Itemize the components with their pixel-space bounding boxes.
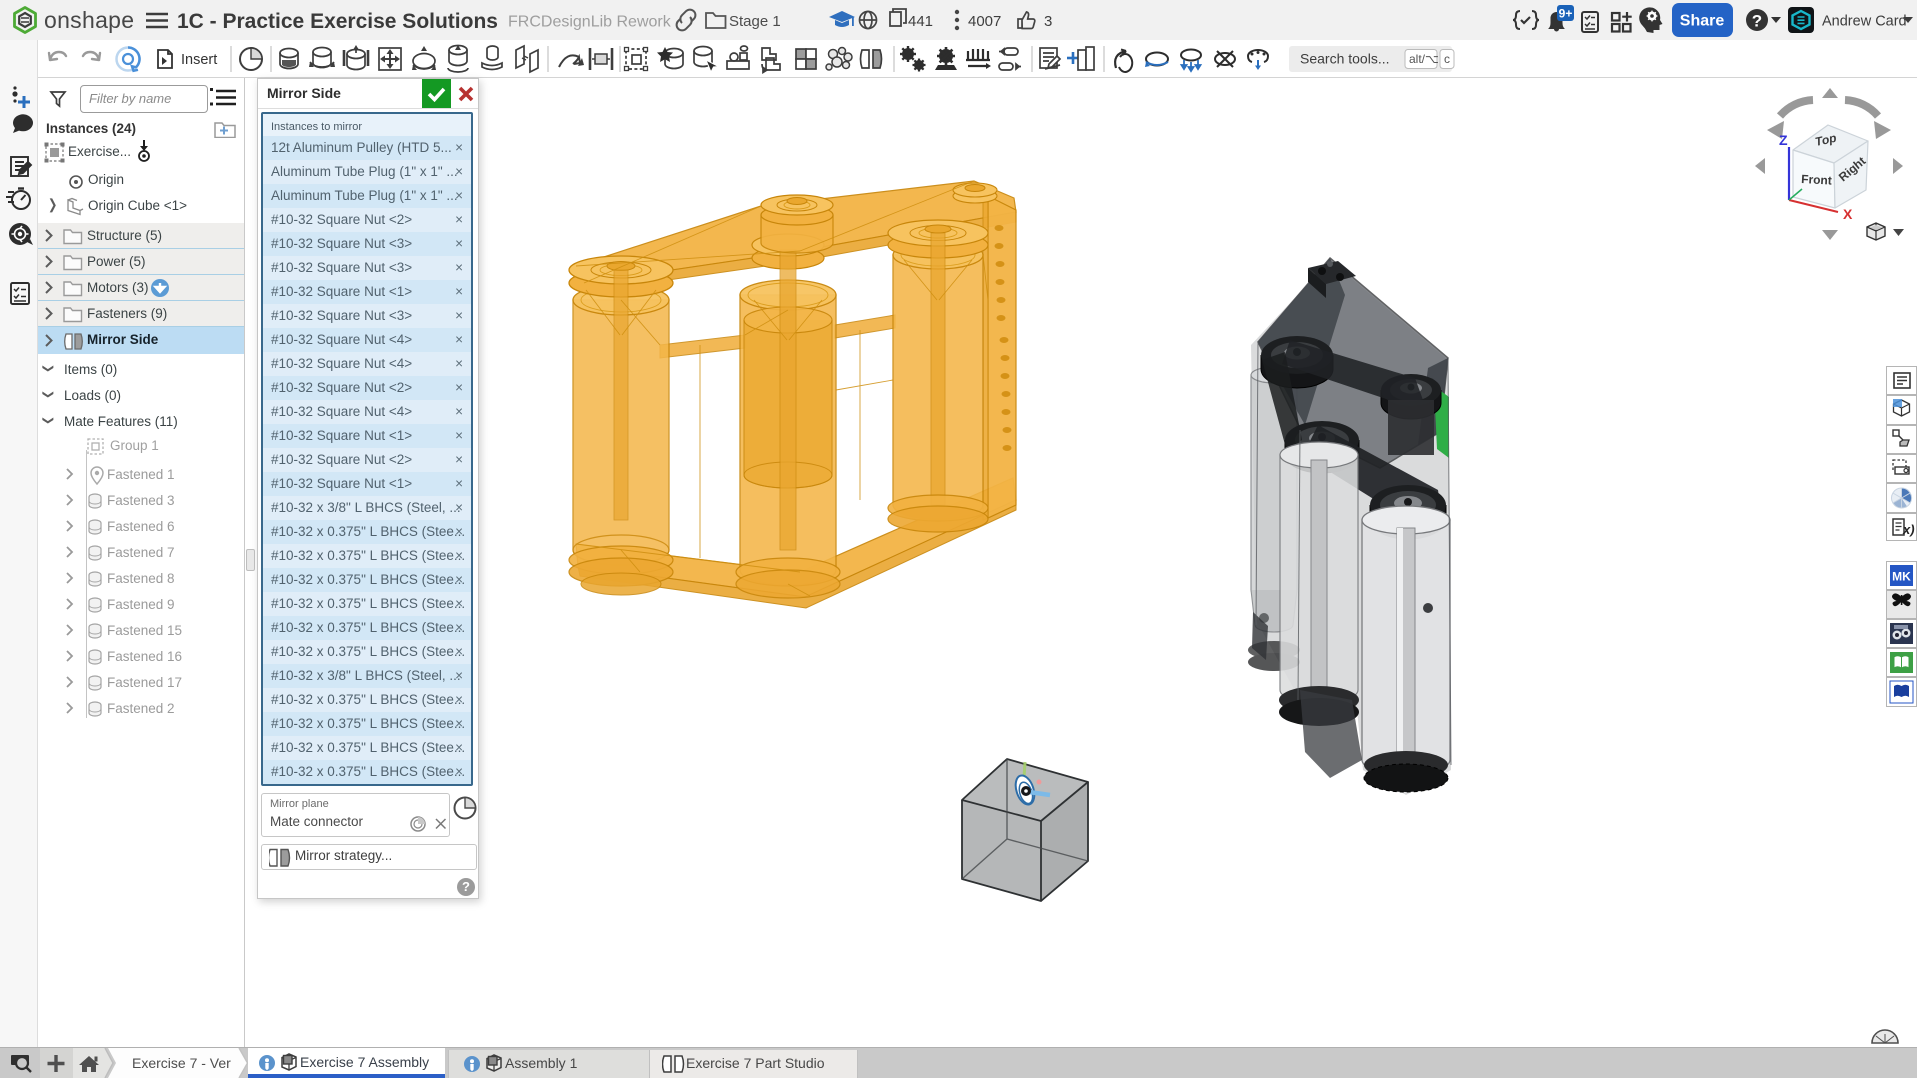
svg-text:alt/⌥: alt/⌥ xyxy=(1409,52,1439,66)
svg-text:MK: MK xyxy=(1892,570,1911,584)
svg-text:Fastened 7: Fastened 7 xyxy=(107,545,175,560)
svg-text:x): x) xyxy=(1902,522,1915,537)
svg-text:onshape: onshape xyxy=(44,7,134,33)
svg-text:Fastened 15: Fastened 15 xyxy=(107,623,182,638)
svg-text:Insert: Insert xyxy=(181,52,217,68)
svg-text:Fastened 2: Fastened 2 xyxy=(107,701,175,716)
svg-text:Fastened 8: Fastened 8 xyxy=(107,571,175,586)
svg-text:c: c xyxy=(1444,52,1450,66)
svg-text:9+: 9+ xyxy=(1559,7,1573,21)
svg-text:Fastened 17: Fastened 17 xyxy=(107,675,182,690)
svg-text:Stage 1: Stage 1 xyxy=(729,13,781,30)
svg-text:Z: Z xyxy=(1779,132,1788,148)
svg-text:Fastened 3: Fastened 3 xyxy=(107,493,175,508)
svg-text:1C - Practice Exercise Solutio: 1C - Practice Exercise Solutions xyxy=(177,10,498,33)
svg-text:Front: Front xyxy=(1801,172,1832,188)
svg-text:441: 441 xyxy=(908,13,933,30)
svg-text:X: X xyxy=(1843,206,1853,222)
svg-text:Fastened 9: Fastened 9 xyxy=(107,597,175,612)
svg-text:Search tools...: Search tools... xyxy=(1300,51,1390,67)
svg-text:Fastened 16: Fastened 16 xyxy=(107,649,182,664)
svg-text:Fastened 6: Fastened 6 xyxy=(107,519,175,534)
svg-text:FRCDesignLib Rework: FRCDesignLib Rework xyxy=(508,14,672,31)
svg-text:Andrew Card: Andrew Card xyxy=(1822,14,1907,30)
svg-text:Share: Share xyxy=(1680,13,1725,30)
svg-text:?: ? xyxy=(1752,12,1762,31)
svg-text:4007: 4007 xyxy=(968,13,1001,30)
svg-text:Fastened 1: Fastened 1 xyxy=(107,467,175,482)
svg-text:3: 3 xyxy=(1044,13,1052,30)
svg-text:Exercise 7 - Ver: Exercise 7 - Ver xyxy=(132,1055,231,1071)
